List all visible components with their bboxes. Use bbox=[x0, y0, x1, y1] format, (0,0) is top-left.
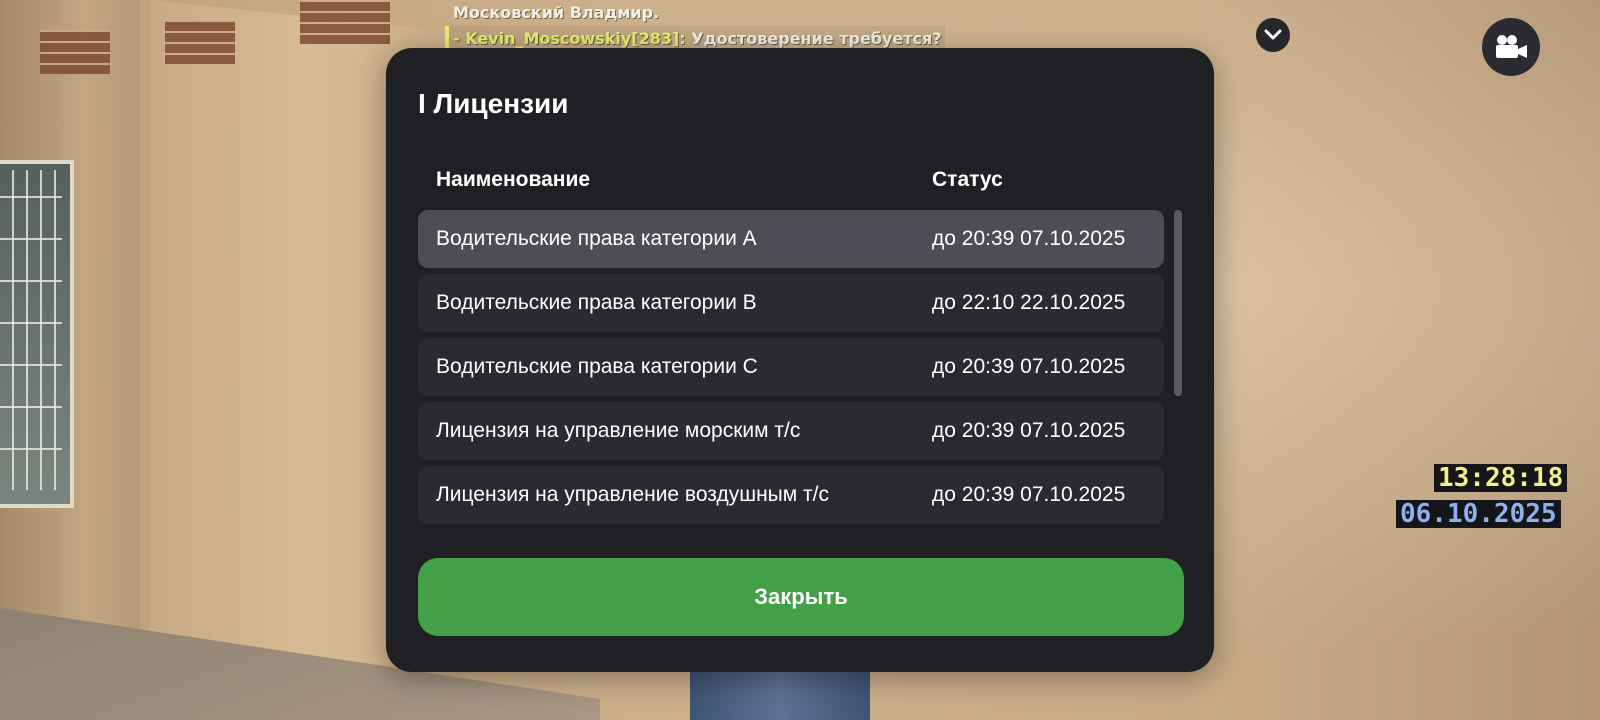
license-name: Лицензия на управление морским т/с bbox=[436, 419, 801, 442]
video-camera-icon bbox=[1496, 35, 1527, 58]
license-status: до 20:39 07.10.2025 bbox=[932, 227, 1126, 250]
chat-nick: - Kevin_Moscowskiy[283]: bbox=[453, 29, 686, 48]
license-status: до 20:39 07.10.2025 bbox=[932, 419, 1126, 442]
table-row[interactable]: Лицензия на управление воздушным т/с до 2… bbox=[418, 466, 1164, 524]
scrollbar[interactable] bbox=[1174, 210, 1182, 572]
licenses-table: Водительские права категории A до 20:39 0… bbox=[418, 210, 1164, 572]
column-header-status: Статус bbox=[932, 168, 1003, 191]
license-status: до 20:39 07.10.2025 bbox=[932, 483, 1126, 506]
table-row[interactable]: Лицензия на управление морским т/с до 20:… bbox=[418, 402, 1164, 460]
hud-date: 06.10.2025 bbox=[1396, 500, 1561, 528]
chat-toggle-button[interactable] bbox=[1256, 18, 1290, 52]
table-row[interactable]: Водительские права категории C до 20:39 0… bbox=[418, 338, 1164, 396]
camera-button[interactable] bbox=[1482, 18, 1540, 76]
license-name: Водительские права категории B bbox=[436, 291, 757, 314]
column-header-name: Наименование bbox=[436, 168, 591, 191]
license-status: до 22:10 22.10.2025 bbox=[932, 291, 1126, 314]
scrollbar-thumb[interactable] bbox=[1174, 210, 1182, 396]
chat-line: Московский Владмир. bbox=[445, 0, 945, 26]
window-bars bbox=[0, 170, 62, 490]
chevron-down-icon bbox=[1264, 29, 1282, 40]
modal-title: I Лицензии bbox=[418, 88, 569, 119]
brick-patch bbox=[300, 0, 390, 44]
table-row[interactable]: Водительские права категории A до 20:39 0… bbox=[418, 210, 1164, 268]
licenses-modal: I Лицензии Наименование Статус Водительс… bbox=[386, 48, 1214, 672]
table-row[interactable]: Водительские права категории B до 22:10 2… bbox=[418, 274, 1164, 332]
chat-message: Удостоверение требуется? bbox=[691, 29, 942, 48]
hud-clock: 13:28:18 bbox=[1434, 464, 1568, 492]
chat-message: Московский Владмир. bbox=[453, 3, 660, 22]
brick-patch bbox=[165, 20, 235, 64]
close-button[interactable]: Закрыть bbox=[418, 558, 1184, 636]
license-status: до 20:39 07.10.2025 bbox=[932, 355, 1126, 378]
brick-patch bbox=[40, 30, 110, 74]
license-name: Водительские права категории C bbox=[436, 355, 758, 378]
license-name: Водительские права категории A bbox=[436, 227, 757, 250]
license-name: Лицензия на управление воздушным т/с bbox=[436, 483, 829, 506]
